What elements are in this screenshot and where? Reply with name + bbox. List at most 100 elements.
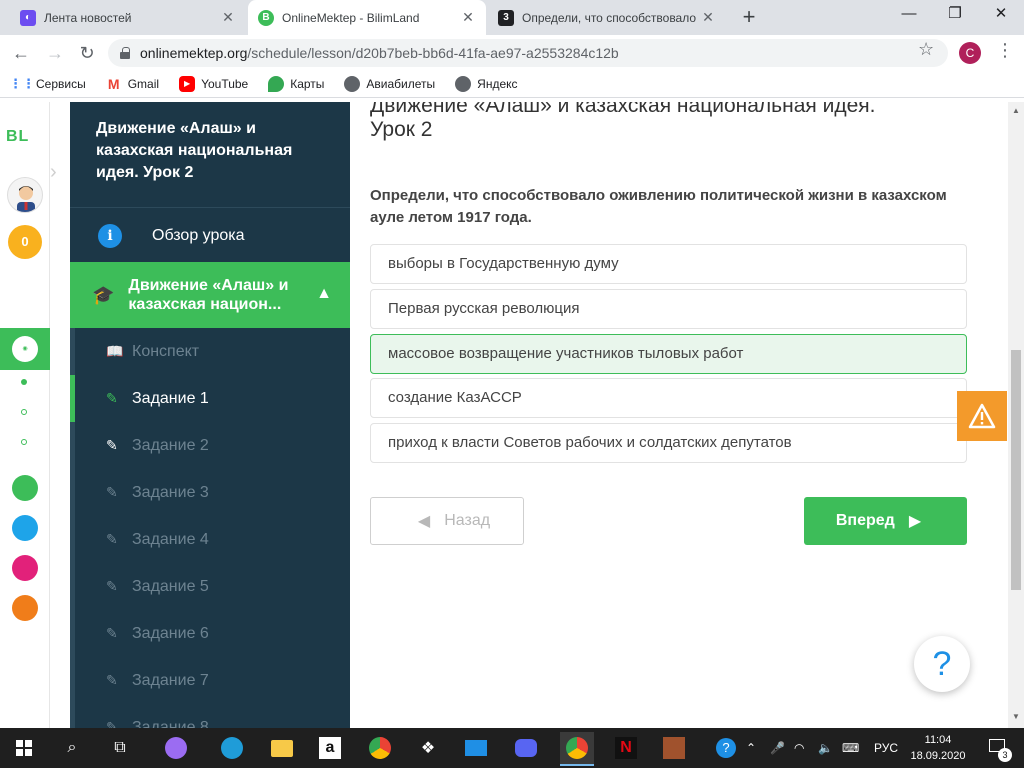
close-tab-icon[interactable]: ✕ (220, 9, 236, 26)
scroll-thumb[interactable] (1011, 350, 1021, 590)
back-button[interactable]: ◀ Назад (370, 497, 524, 545)
profile-avatar[interactable]: C (959, 42, 981, 64)
forward-arrow-icon[interactable]: → (42, 40, 68, 66)
sidebar-item-task-4[interactable]: ✎ Задание 4 (70, 516, 350, 563)
file-explorer-icon[interactable] (268, 734, 296, 762)
sidebar-item-task-7[interactable]: ✎ Задание 7 (70, 657, 350, 704)
scroll-down-icon[interactable]: ▼ (1012, 712, 1020, 721)
gmail-icon: M (107, 75, 120, 92)
volume-icon[interactable]: 🔈 (818, 728, 833, 768)
edit-icon: ✎ (106, 719, 118, 728)
new-tab-button[interactable]: + (736, 4, 762, 30)
answer-option-5[interactable]: приход к власти Советов рабочих и солдат… (370, 423, 967, 463)
help-tray-icon[interactable]: ? (712, 734, 740, 762)
answer-option-3[interactable]: массовое возвращение участников тыловых … (370, 334, 967, 374)
bookmark-maps[interactable]: Карты (268, 75, 324, 92)
close-tab-icon[interactable]: ✕ (700, 9, 716, 26)
lesson-sidebar: Движение «Алаш» и казахская национальная… (70, 102, 350, 728)
globe-icon (344, 75, 361, 92)
app-rail: BL 0 ◉ (0, 102, 50, 728)
mail-icon[interactable] (462, 734, 490, 762)
lesson-title: Движение «Алаш» и казахская национальная… (370, 102, 876, 141)
amazon-icon[interactable]: a (316, 734, 344, 762)
answer-option-2[interactable]: Первая русская революция (370, 289, 967, 329)
close-window-button[interactable]: ✕ (978, 0, 1024, 30)
address-bar[interactable]: onlinemektep.org/schedule/lesson/d20b7be… (108, 39, 948, 67)
rail-onlinemektep[interactable]: ◉ (0, 328, 50, 370)
back-arrow-icon[interactable]: ← (8, 40, 34, 66)
input-language[interactable]: РУС (874, 728, 898, 768)
restore-button[interactable]: ❐ (932, 0, 978, 30)
rail-dot-active[interactable] (21, 379, 27, 385)
lesson-items-list: 📖 Конспект ✎ Задание 1 ✎ Задание 2 ✎ Зад… (70, 328, 350, 728)
menu-kebab-icon[interactable]: ⋮ (996, 40, 1014, 61)
news-feed-icon: ◐ (20, 9, 36, 26)
bookmarks-bar: ⋮⋮ Сервисы M Gmail ▶ YouTube Карты Авиаб… (0, 70, 1024, 98)
edit-icon: ✎ (106, 672, 118, 688)
system-clock[interactable]: 11:04 18.09.2020 (910, 732, 966, 764)
netflix-icon[interactable]: N (612, 734, 640, 762)
sidebar-item-task-1[interactable]: ✎ Задание 1 (70, 375, 350, 422)
discord-icon[interactable] (512, 734, 540, 762)
report-warning-button[interactable] (957, 391, 1007, 441)
notifications-icon[interactable]: 3 (984, 728, 1012, 768)
edge-icon[interactable] (218, 734, 246, 762)
user-avatar[interactable] (7, 177, 43, 213)
bookmark-star-icon[interactable]: ☆ (918, 39, 934, 60)
photo-app-icon[interactable] (660, 734, 688, 762)
sidebar-item-task-6[interactable]: ✎ Задание 6 (70, 610, 350, 657)
tray-chevron-icon[interactable]: ⌃ (746, 728, 756, 768)
chevron-up-icon[interactable]: ▲ (316, 284, 332, 303)
keyboard-icon[interactable]: ⌨ (842, 728, 859, 768)
tab-question[interactable]: 3 Определи, что способствовало ✕ (488, 0, 726, 35)
arrow-left-icon: ◀ (417, 513, 431, 530)
url-path: /schedule/lesson/d20b7beb-bb6d-41fa-ae97… (247, 45, 619, 61)
dropbox-icon[interactable]: ❖ (414, 734, 442, 762)
apps-icon: ⋮⋮ (9, 75, 35, 91)
sidebar-item-task-8[interactable]: ✎ Задание 8 (70, 704, 350, 729)
tab-news-feed[interactable]: ◐ Лента новостей ✕ (10, 0, 246, 35)
minimize-button[interactable]: — (886, 0, 932, 30)
reload-icon[interactable]: ↻ (74, 40, 100, 66)
wifi-icon[interactable]: ◠ (794, 728, 804, 768)
twig-app-icon[interactable] (12, 555, 38, 581)
bilim-app-icon[interactable] (12, 515, 38, 541)
help-button[interactable]: ? (914, 636, 970, 692)
bilimland-app-icon[interactable] (12, 475, 38, 501)
browser-tabbar: ◐ Лента новостей ✕ B OnlineMektep - Bili… (0, 0, 1024, 35)
expand-chevron-icon[interactable]: › (50, 157, 72, 187)
close-tab-icon[interactable]: ✕ (460, 9, 476, 26)
browser-toolbar: ← → ↻ onlinemektep.org/schedule/lesson/d… (0, 35, 1024, 70)
chrome-icon[interactable] (366, 734, 394, 762)
coins-badge[interactable]: 0 (8, 225, 42, 259)
sidebar-item-task-3[interactable]: ✎ Задание 3 (70, 469, 350, 516)
windows-start-icon[interactable] (10, 734, 38, 762)
orange-app-icon[interactable] (12, 595, 38, 621)
chrome-active-icon[interactable] (560, 732, 594, 766)
bookmark-services[interactable]: ⋮⋮ Сервисы (9, 75, 86, 92)
bookmark-youtube[interactable]: ▶ YouTube (179, 75, 248, 92)
scroll-up-icon[interactable]: ▲ (1012, 106, 1020, 115)
microphone-icon[interactable]: 🎤 (770, 728, 785, 768)
bilimland-logo[interactable]: BL (6, 128, 29, 146)
search-icon[interactable]: ⌕ (58, 734, 86, 762)
answer-option-1[interactable]: выборы в Государственную думу (370, 244, 967, 284)
page-scrollbar[interactable]: ▲ ▼ (1008, 102, 1024, 728)
bookmark-gmail[interactable]: M Gmail (106, 76, 159, 92)
rail-dot[interactable] (21, 409, 27, 415)
app-circle-icon[interactable] (162, 734, 190, 762)
rail-dot[interactable] (21, 439, 27, 445)
sidebar-item-task-2[interactable]: ✎ Задание 2 (70, 422, 350, 469)
task-view-icon[interactable]: ⧉ (106, 734, 134, 762)
answer-option-4[interactable]: создание КазАССР (370, 378, 967, 418)
lesson-overview-item[interactable]: i Обзор урока (70, 209, 350, 262)
bookmark-yandex[interactable]: Яндекс (455, 75, 518, 92)
bookmark-flights[interactable]: Авиабилеты (344, 75, 435, 92)
lock-icon (120, 47, 130, 59)
next-button[interactable]: Вперед ▶ (804, 497, 967, 545)
lesson-section-header[interactable]: 🎓 Движение «Алаш» и казахская национ... … (70, 262, 350, 328)
sidebar-item-task-5[interactable]: ✎ Задание 5 (70, 563, 350, 610)
warning-icon (968, 403, 996, 429)
sidebar-item-summary[interactable]: 📖 Конспект (70, 328, 350, 375)
tab-onlinemektep[interactable]: B OnlineMektep - BilimLand ✕ (248, 0, 486, 35)
